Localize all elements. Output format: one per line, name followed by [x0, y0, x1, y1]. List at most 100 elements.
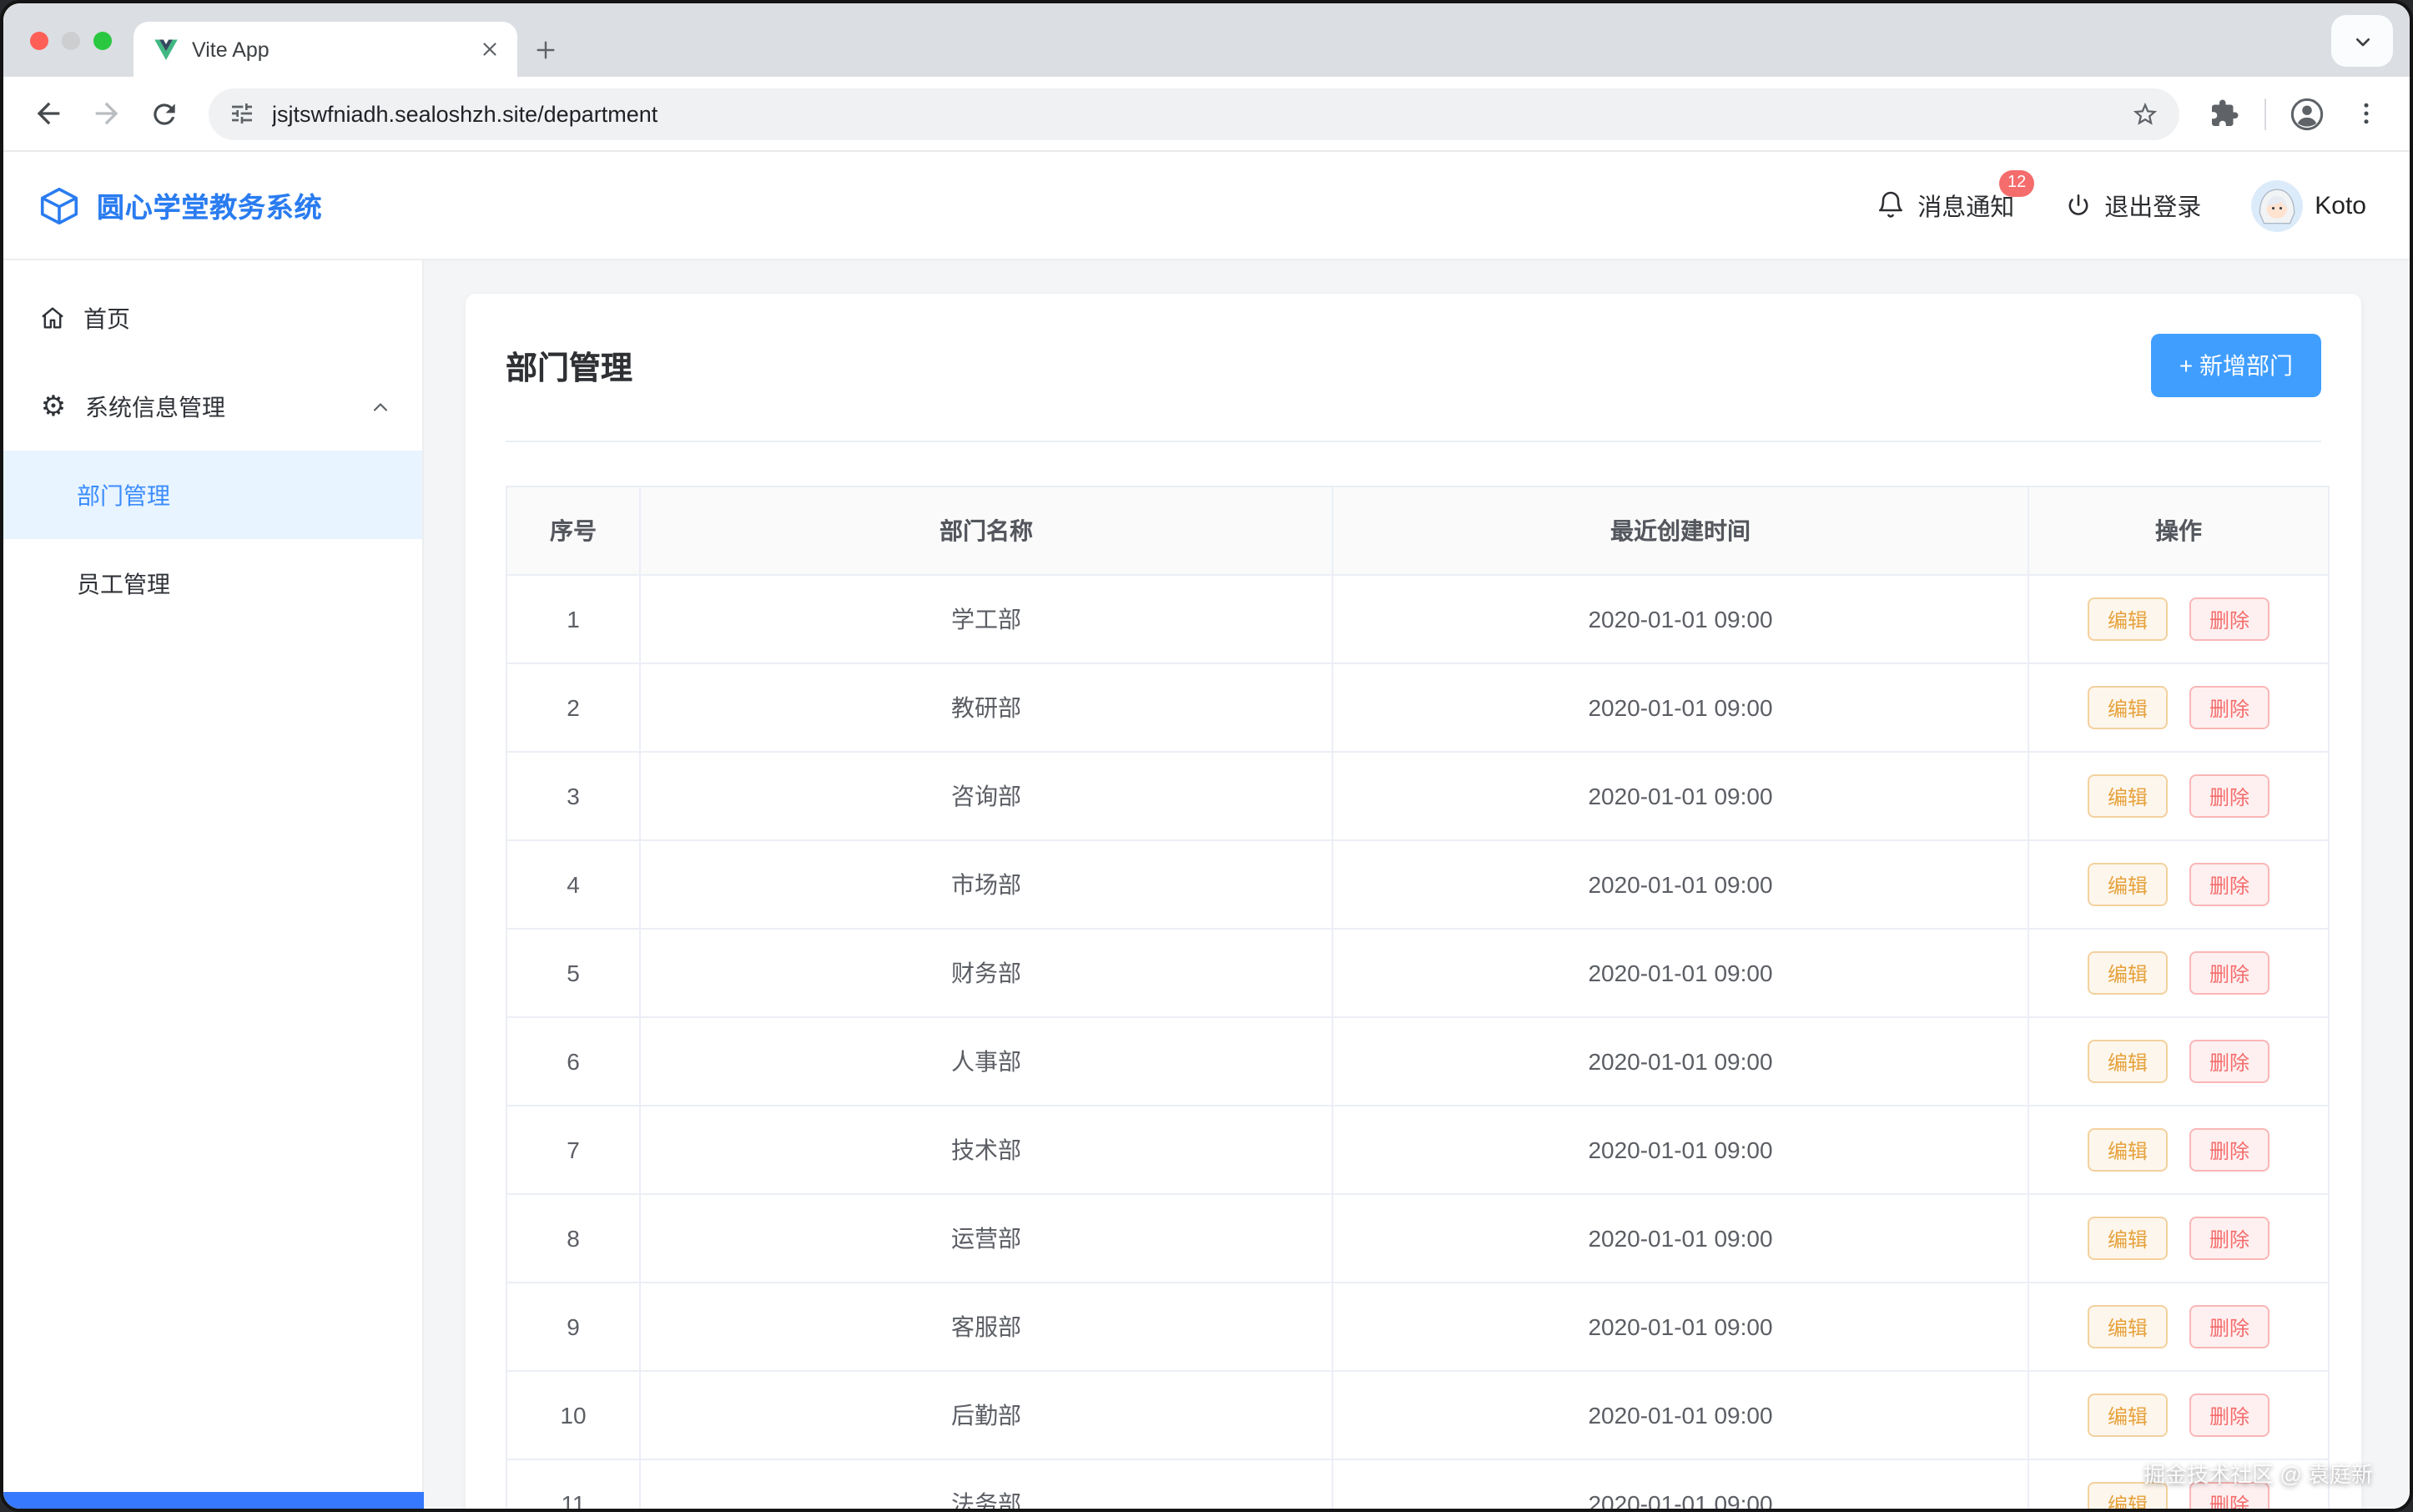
bell-icon — [1876, 190, 1906, 220]
add-department-button[interactable]: + 新增部门 — [2151, 334, 2321, 397]
cell-serial: 5 — [506, 929, 640, 1017]
sidebar-item-label: 首页 — [83, 301, 130, 335]
delete-button[interactable]: 删除 — [2189, 774, 2269, 818]
edit-button[interactable]: 编辑 — [2088, 863, 2168, 906]
table-row: 7技术部2020-01-01 09:00编辑删除 — [506, 1106, 2329, 1194]
logout-button[interactable]: 退出登录 — [2064, 188, 2201, 223]
menu-kebab-icon[interactable] — [2338, 86, 2393, 141]
header-actions: 操作 — [2028, 486, 2329, 575]
sidebar-group-system-info[interactable]: ⚙ 系统信息管理 — [3, 362, 422, 451]
sidebar-item-employee-management[interactable]: 员工管理 — [3, 539, 422, 627]
cell-created-time: 2020-01-01 09:00 — [1332, 752, 2028, 840]
notifications-button[interactable]: 消息通知 12 — [1876, 188, 2014, 223]
page-title: 部门管理 — [506, 343, 632, 388]
window-controls — [30, 3, 112, 77]
toolbar-divider — [2264, 98, 2266, 129]
cell-actions: 编辑删除 — [2028, 1194, 2329, 1283]
cell-actions: 编辑删除 — [2028, 1371, 2329, 1459]
app-body: 首页 ⚙ 系统信息管理 部门管理 员工管理 — [3, 260, 2410, 1512]
edit-button[interactable]: 编辑 — [2088, 1305, 2168, 1348]
home-icon — [38, 304, 67, 332]
edit-button[interactable]: 编辑 — [2088, 951, 2168, 995]
vue-logo-icon — [154, 38, 179, 61]
main-content: 部门管理 + 新增部门 序号 部门名称 最近创建时间 操作 — [424, 260, 2410, 1512]
forward-icon[interactable] — [78, 86, 133, 141]
cell-department-name: 客服部 — [640, 1283, 1332, 1371]
table-row: 6人事部2020-01-01 09:00编辑删除 — [506, 1017, 2329, 1106]
minimize-window-button[interactable] — [62, 31, 80, 49]
sidebar-item-department-management[interactable]: 部门管理 — [3, 451, 422, 539]
header-department-name: 部门名称 — [640, 486, 1332, 575]
edit-button[interactable]: 编辑 — [2088, 597, 2168, 641]
tab-search-button[interactable] — [2331, 15, 2393, 67]
cell-actions: 编辑删除 — [2028, 1017, 2329, 1106]
sidebar-group-label: 系统信息管理 — [85, 390, 225, 423]
delete-button[interactable]: 删除 — [2189, 951, 2269, 995]
edit-button[interactable]: 编辑 — [2088, 1040, 2168, 1083]
notifications-label: 消息通知 — [1917, 188, 2014, 223]
delete-button[interactable]: 删除 — [2189, 1305, 2269, 1348]
cell-serial: 7 — [506, 1106, 640, 1194]
cell-created-time: 2020-01-01 09:00 — [1332, 1459, 2028, 1512]
logout-label: 退出登录 — [2104, 188, 2201, 223]
cell-serial: 1 — [506, 575, 640, 663]
address-bar[interactable]: jsjtswfniadh.sealoshzh.site/department — [209, 88, 2179, 139]
header-serial: 序号 — [506, 486, 640, 575]
extensions-icon[interactable] — [2196, 86, 2251, 141]
delete-button[interactable]: 删除 — [2189, 1394, 2269, 1437]
delete-button[interactable]: 删除 — [2189, 1128, 2269, 1172]
zoom-window-button[interactable] — [93, 31, 112, 49]
edit-button[interactable]: 编辑 — [2088, 1217, 2168, 1260]
avatar — [2251, 179, 2303, 231]
user-menu[interactable]: Koto — [2251, 179, 2366, 231]
site-settings-icon[interactable] — [229, 100, 255, 127]
cell-actions: 编辑删除 — [2028, 929, 2329, 1017]
cell-department-name: 教研部 — [640, 663, 1332, 752]
delete-button[interactable]: 删除 — [2189, 597, 2269, 641]
cell-department-name: 市场部 — [640, 840, 1332, 929]
cell-serial: 8 — [506, 1194, 640, 1283]
delete-button[interactable]: 删除 — [2189, 1217, 2269, 1260]
table-row: 2教研部2020-01-01 09:00编辑删除 — [506, 663, 2329, 752]
delete-button[interactable]: 删除 — [2189, 686, 2269, 729]
cell-serial: 6 — [506, 1017, 640, 1106]
table-header-row: 序号 部门名称 最近创建时间 操作 — [506, 486, 2329, 575]
bookmark-star-icon[interactable] — [2131, 99, 2159, 128]
profile-icon[interactable] — [2280, 86, 2335, 141]
edit-button[interactable]: 编辑 — [2088, 1128, 2168, 1172]
sidebar-bottom-strip — [3, 1492, 424, 1509]
close-window-button[interactable] — [30, 31, 48, 49]
browser-tab[interactable]: Vite App — [133, 22, 517, 77]
cell-created-time: 2020-01-01 09:00 — [1332, 575, 2028, 663]
brand-name: 圆心学堂教务系统 — [97, 185, 322, 225]
new-tab-button[interactable] — [517, 22, 574, 77]
cell-actions: 编辑删除 — [2028, 752, 2329, 840]
cell-serial: 3 — [506, 752, 640, 840]
cell-serial: 2 — [506, 663, 640, 752]
user-name: Koto — [2315, 191, 2366, 219]
close-tab-icon[interactable] — [476, 35, 504, 63]
cell-department-name: 学工部 — [640, 575, 1332, 663]
table-row: 3咨询部2020-01-01 09:00编辑删除 — [506, 752, 2329, 840]
cell-department-name: 咨询部 — [640, 752, 1332, 840]
edit-button[interactable]: 编辑 — [2088, 1394, 2168, 1437]
edit-button[interactable]: 编辑 — [2088, 774, 2168, 818]
cell-department-name: 后勤部 — [640, 1371, 1332, 1459]
url-text: jsjtswfniadh.sealoshzh.site/department — [272, 101, 2114, 126]
table-row: 8运营部2020-01-01 09:00编辑删除 — [506, 1194, 2329, 1283]
delete-button[interactable]: 删除 — [2189, 863, 2269, 906]
delete-button[interactable]: 删除 — [2189, 1040, 2269, 1083]
cell-created-time: 2020-01-01 09:00 — [1332, 1283, 2028, 1371]
department-table: 序号 部门名称 最近创建时间 操作 1学工部2020-01-01 09:00编辑… — [506, 486, 2330, 1512]
cell-actions: 编辑删除 — [2028, 663, 2329, 752]
reload-icon[interactable] — [137, 86, 192, 141]
cell-created-time: 2020-01-01 09:00 — [1332, 1371, 2028, 1459]
box-logo-icon — [37, 183, 82, 228]
sidebar-item-home[interactable]: 首页 — [3, 274, 422, 362]
watermark: 掘金技术社区 @ 袁庭新 — [2143, 1457, 2373, 1489]
back-icon[interactable] — [20, 86, 75, 141]
cell-created-time: 2020-01-01 09:00 — [1332, 929, 2028, 1017]
cell-department-name: 财务部 — [640, 929, 1332, 1017]
table-row: 5财务部2020-01-01 09:00编辑删除 — [506, 929, 2329, 1017]
edit-button[interactable]: 编辑 — [2088, 686, 2168, 729]
